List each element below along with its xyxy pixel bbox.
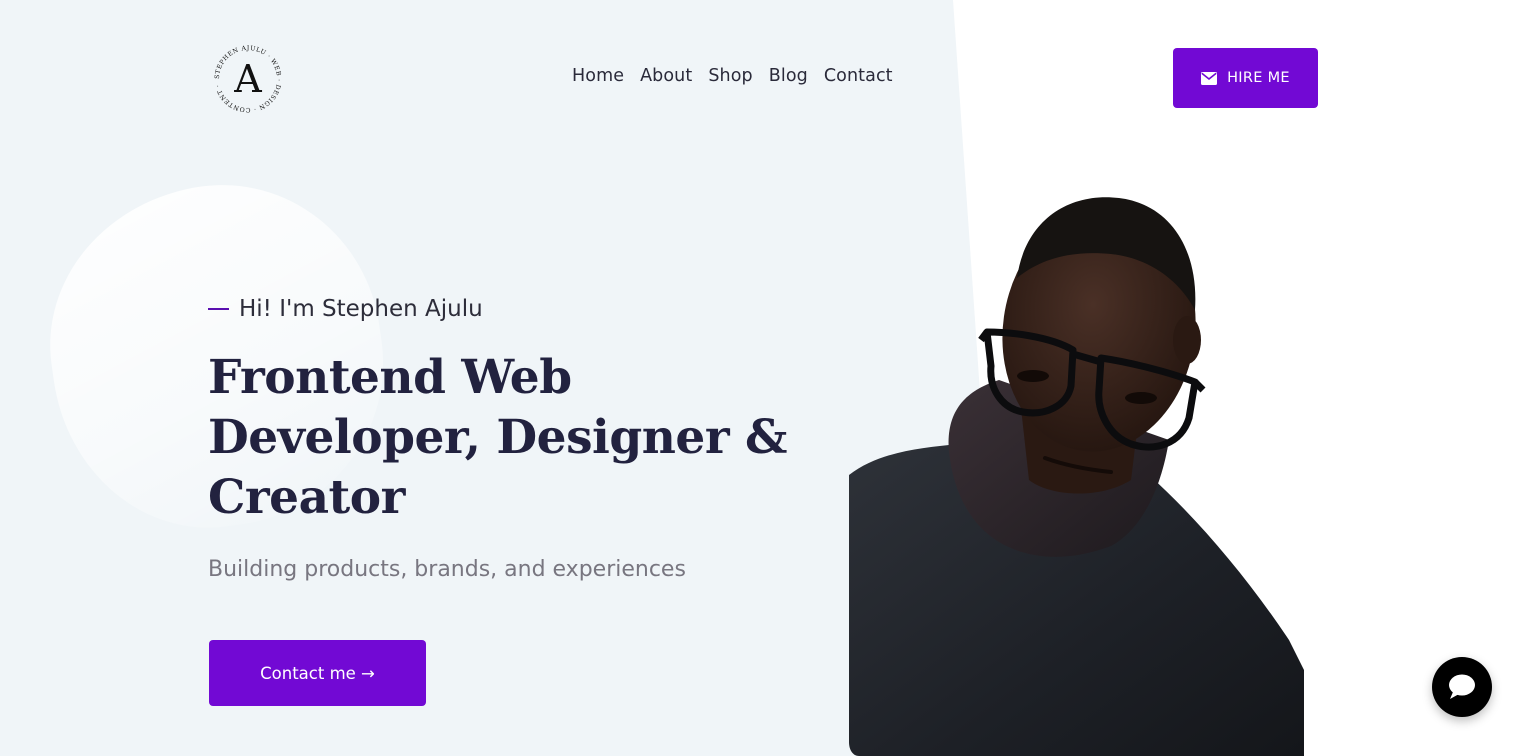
nav-contact[interactable]: Contact: [824, 66, 893, 86]
envelope-icon: [1201, 71, 1218, 85]
chat-widget-button[interactable]: [1432, 657, 1492, 717]
hire-me-label: HIRE ME: [1227, 70, 1290, 86]
hire-me-button[interactable]: HIRE ME: [1173, 48, 1318, 108]
logo-mark: STEPHEN AJULU · WEB · DESIGN · CONTENT ·…: [212, 43, 281, 113]
headline-line-3: Creator: [208, 470, 405, 525]
intro-text: Hi! I'm Stephen Ajulu: [239, 296, 483, 322]
hero-headline: Frontend Web Developer, Designer & Creat…: [208, 348, 787, 528]
headline-line-2: Developer, Designer &: [208, 410, 787, 465]
nav-shop[interactable]: Shop: [708, 66, 752, 86]
site-logo[interactable]: STEPHEN AJULU · WEB · DESIGN · CONTENT ·…: [212, 43, 284, 115]
chat-bubble-icon: [1447, 673, 1477, 701]
contact-me-button[interactable]: Contact me →: [209, 640, 426, 706]
nav-about[interactable]: About: [640, 66, 692, 86]
headline-line-1: Frontend Web: [208, 350, 572, 405]
logo-letter: A: [233, 57, 262, 101]
main-nav: Home About Shop Blog Contact: [572, 66, 893, 86]
hero-subtitle: Building products, brands, and experienc…: [208, 557, 686, 582]
nav-home[interactable]: Home: [572, 66, 624, 86]
intro-dash: [208, 308, 229, 310]
portrait-photo: [849, 190, 1304, 756]
nav-blog[interactable]: Blog: [769, 66, 808, 86]
hero-intro: Hi! I'm Stephen Ajulu: [208, 296, 483, 322]
